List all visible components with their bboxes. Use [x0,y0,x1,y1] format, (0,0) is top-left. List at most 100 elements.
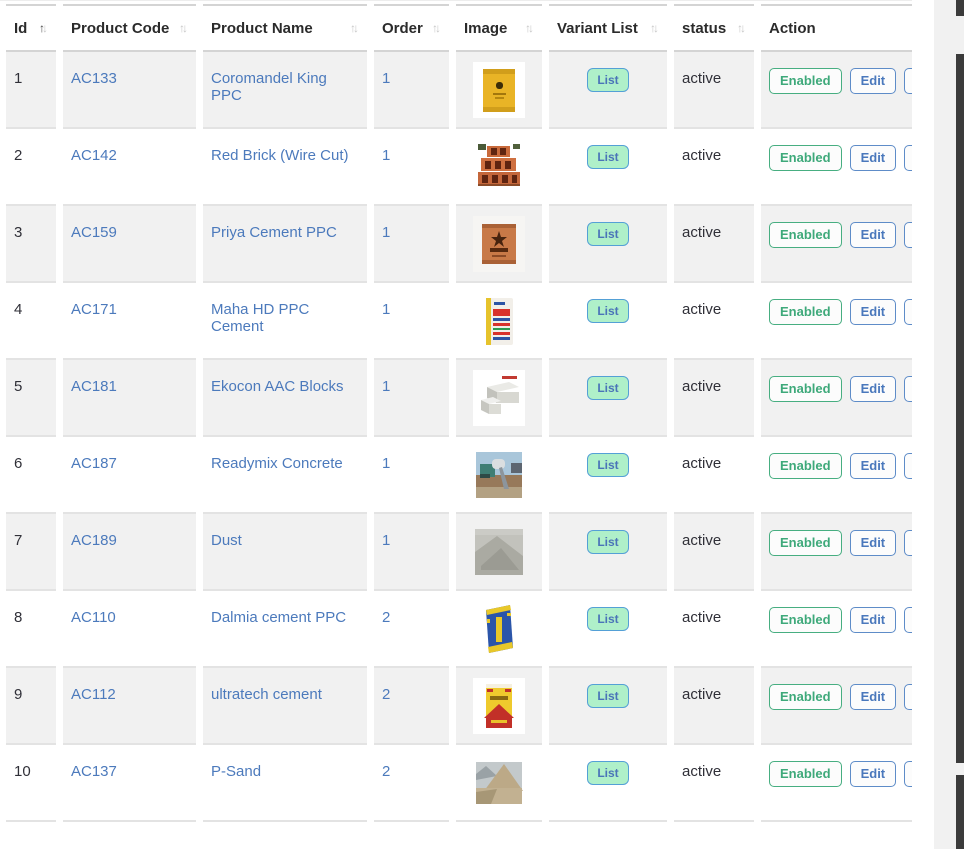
enabled-button[interactable]: Enabled [769,299,842,325]
cell-action: Enabled Edit View [761,745,912,822]
edit-button[interactable]: Edit [850,376,897,402]
enabled-button[interactable]: Enabled [769,376,842,402]
product-name-link[interactable]: ultratech cement [211,686,322,703]
cell-variant-list: List [549,514,667,591]
cell-order: 2 [374,745,449,822]
view-button[interactable]: View [904,68,912,94]
enabled-button[interactable]: Enabled [769,145,842,171]
cell-order: 1 [374,360,449,437]
order-link[interactable]: 1 [382,301,390,318]
product-image [473,755,525,820]
edit-button[interactable]: Edit [850,607,897,633]
edit-button[interactable]: Edit [850,761,897,787]
variant-list-button[interactable]: List [587,222,628,246]
enabled-button[interactable]: Enabled [769,530,842,556]
view-button[interactable]: View [904,761,912,787]
enabled-button[interactable]: Enabled [769,607,842,633]
view-button[interactable]: View [904,376,912,402]
variant-list-button[interactable]: List [587,453,628,477]
edit-button[interactable]: Edit [850,453,897,479]
variant-list-button[interactable]: List [587,684,628,708]
variant-list-button[interactable]: List [587,761,628,785]
product-name-link[interactable]: Priya Cement PPC [211,224,337,241]
cell-variant-list: List [549,129,667,206]
order-link[interactable]: 2 [382,609,390,626]
enabled-button[interactable]: Enabled [769,684,842,710]
column-header-order[interactable]: Order ↑↓ [374,4,449,52]
column-header-image[interactable]: Image ↑↓ [456,4,542,52]
variant-list-button[interactable]: List [587,299,628,323]
order-link[interactable]: 1 [382,224,390,241]
product-code-link[interactable]: AC171 [71,301,117,318]
cell-action: Enabled Edit View [761,360,912,437]
edit-button[interactable]: Edit [850,145,897,171]
scrollbar-thumb[interactable] [956,54,964,763]
product-name-link[interactable]: Dust [211,532,242,549]
enabled-button[interactable]: Enabled [769,453,842,479]
column-header-variant-list[interactable]: Variant List ↑↓ [549,4,667,52]
product-name-link[interactable]: Maha HD PPC Cement [211,301,309,335]
edit-button[interactable]: Edit [850,530,897,556]
product-code-link[interactable]: AC181 [71,378,117,395]
cell-product-code: AC159 [63,206,196,283]
order-link[interactable]: 1 [382,147,390,164]
product-name-link[interactable]: P-Sand [211,763,261,780]
product-name-link[interactable]: Red Brick (Wire Cut) [211,147,349,164]
status-text: active [682,609,721,626]
edit-button[interactable]: Edit [850,68,897,94]
product-code-link[interactable]: AC189 [71,532,117,549]
order-link[interactable]: 1 [382,455,390,472]
enabled-button[interactable]: Enabled [769,761,842,787]
product-code-link[interactable]: AC159 [71,224,117,241]
view-button[interactable]: View [904,607,912,633]
product-code-link[interactable]: AC133 [71,70,117,87]
product-name-link[interactable]: Ekocon AAC Blocks [211,378,344,395]
product-code-link[interactable]: AC137 [71,763,117,780]
variant-list-button[interactable]: List [587,530,628,554]
variant-list-button[interactable]: List [587,145,628,169]
order-link[interactable]: 1 [382,532,390,549]
product-name-link[interactable]: Dalmia cement PPC [211,609,346,626]
product-code-link[interactable]: AC112 [71,686,116,703]
product-code-link[interactable]: AC110 [71,609,116,626]
view-button[interactable]: View [904,222,912,248]
table-header-row: Id ↑↓ Product Code ↑↓ Product Name ↑↓ Or… [6,4,912,52]
view-button[interactable]: View [904,684,912,710]
variant-list-button[interactable]: List [587,607,628,631]
column-header-product-name[interactable]: Product Name ↑↓ [203,4,367,52]
view-button[interactable]: View [904,453,912,479]
edit-button[interactable]: Edit [850,684,897,710]
column-header-product-code[interactable]: Product Code ↑↓ [63,4,196,52]
order-link[interactable]: 1 [382,378,390,395]
column-header-id[interactable]: Id ↑↓ [6,4,56,52]
view-button[interactable]: View [904,145,912,171]
cell-id: 1 [6,52,56,129]
cell-product-name: Dalmia cement PPC [203,591,367,668]
variant-list-button[interactable]: List [587,68,628,92]
table-row: 10 AC137 P-Sand 2 List active Enabled Ed… [6,745,912,822]
order-link[interactable]: 2 [382,763,390,780]
product-name-link[interactable]: Readymix Concrete [211,455,343,472]
enabled-button[interactable]: Enabled [769,68,842,94]
cell-image [456,206,542,283]
variant-list-button[interactable]: List [587,376,628,400]
scrollbar-top-button[interactable] [956,0,964,16]
column-header-status[interactable]: status ↑↓ [674,4,754,52]
product-name-link[interactable]: Coromandel King PPC [211,70,327,104]
view-button[interactable]: View [904,299,912,325]
sort-icon: ↑↓ [39,21,48,35]
cell-order: 1 [374,514,449,591]
cell-product-name: Readymix Concrete [203,437,367,514]
edit-button[interactable]: Edit [850,299,897,325]
cell-id: 5 [6,360,56,437]
order-link[interactable]: 1 [382,70,390,87]
column-label: Image [464,20,507,37]
product-image [473,524,525,589]
scrollbar-bottom-button[interactable] [956,775,964,849]
edit-button[interactable]: Edit [850,222,897,248]
product-code-link[interactable]: AC142 [71,147,117,164]
product-code-link[interactable]: AC187 [71,455,117,472]
view-button[interactable]: View [904,530,912,556]
order-link[interactable]: 2 [382,686,390,703]
enabled-button[interactable]: Enabled [769,222,842,248]
